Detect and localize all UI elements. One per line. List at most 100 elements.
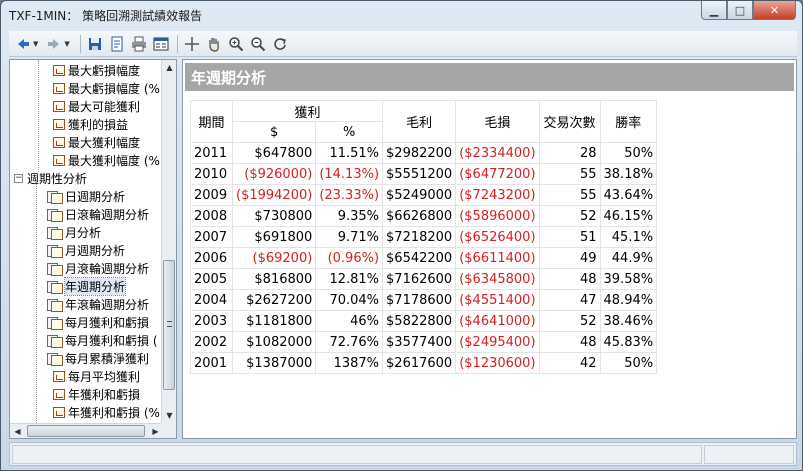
view-icon: [153, 37, 169, 50]
tree-item[interactable]: 最大獲利幅度: [53, 133, 140, 151]
profit-percent-cell: (23.33%): [315, 184, 384, 206]
profit-percent-cell: 9.35%: [315, 205, 384, 227]
gross-profit-cell: $7178600: [382, 289, 457, 311]
trades-cell: 51: [538, 226, 601, 248]
back-button[interactable]: [13, 34, 33, 54]
tree-vertical-scroll-thumb[interactable]: [163, 260, 175, 390]
scroll-left-icon[interactable]: ◀: [10, 424, 25, 438]
tree-item[interactable]: 每月平均獲利: [53, 367, 140, 385]
print-button[interactable]: [129, 34, 149, 54]
refresh-button[interactable]: [270, 34, 290, 54]
tree-item[interactable]: 每月獲利和虧損: [47, 313, 149, 331]
tree-horizontal-scrollbar[interactable]: ◀ ▶: [10, 423, 163, 438]
tree-item[interactable]: 年獲利和虧損: [53, 385, 140, 403]
table-row: 2007 $691800 9.71% $7218200 ($6526400) 51 45.1…: [190, 226, 658, 248]
tree-item[interactable]: 年滾輪週期分析: [47, 295, 149, 313]
profit-percent-cell: 1387%: [315, 352, 384, 374]
tree-item[interactable]: 月分析: [47, 223, 101, 241]
trades-cell: 55: [538, 163, 601, 185]
zoom-out-icon: [251, 36, 265, 51]
win-rate-cell: 38.46%: [599, 310, 658, 332]
profit-dollar-cell: $647800: [231, 142, 317, 164]
table-row: 2002 $1082000 72.76% $3577400 ($2495400) 48 45…: [190, 331, 658, 353]
zoom-out-button[interactable]: [248, 34, 268, 54]
page-setup-button[interactable]: [107, 34, 127, 54]
forward-button[interactable]: [44, 34, 64, 54]
back-dropdown-icon[interactable]: ▼: [33, 40, 38, 48]
tree-item-label: 年週期分析: [63, 276, 127, 296]
profit-percent-cell: 72.76%: [315, 331, 384, 353]
gross-profit-cell: $6626800: [382, 205, 457, 227]
table-row: 2009 ($1994200) (23.33%) $5249000 ($7243200)…: [190, 184, 658, 206]
tree-item[interactable]: 日週期分析: [47, 187, 125, 205]
close-button[interactable]: ✕: [753, 1, 796, 20]
save-button[interactable]: [85, 34, 105, 54]
chart-report-icon: [53, 406, 65, 418]
tree-vertical-scrollbar[interactable]: ▲ ▼: [161, 60, 176, 423]
gross-loss-cell: ($5896000): [455, 205, 540, 227]
crosshair-button[interactable]: [182, 34, 202, 54]
report-page-icon: [47, 334, 63, 348]
view-button[interactable]: [151, 34, 171, 54]
profit-dollar-cell: $691800: [231, 226, 317, 248]
profit-dollar-cell: $816800: [231, 268, 317, 290]
tree-item-label: 最大獲利幅度: [68, 135, 141, 150]
scroll-up-icon[interactable]: ▲: [162, 60, 176, 75]
period-cell: 2006: [190, 247, 233, 269]
period-cell: 2005: [190, 268, 233, 290]
status-panel-main: [12, 445, 702, 464]
tree-item[interactable]: 最大獲利幅度 (%: [53, 151, 160, 169]
gross-loss-cell: ($6526400): [455, 226, 540, 248]
tree-item[interactable]: 每月累積淨獲利: [47, 349, 149, 367]
trades-cell: 55: [538, 184, 601, 206]
tree-horizontal-scroll-thumb[interactable]: [27, 425, 145, 437]
profit-dollar-cell: $1082000: [231, 331, 317, 353]
tree-item-label: 最大虧損幅度: [68, 63, 141, 78]
tree-item[interactable]: 最大虧損幅度 (%: [53, 79, 160, 97]
tree-item[interactable]: 月滾輪週期分析: [47, 259, 149, 277]
collapse-icon[interactable]: −: [14, 173, 23, 183]
win-rate-cell: 38.18%: [599, 163, 658, 185]
period-cell: 2002: [190, 331, 233, 353]
back-icon: [18, 38, 29, 49]
scroll-down-icon[interactable]: ▼: [162, 408, 176, 423]
gross-profit-cell: $3577400: [382, 331, 457, 353]
report-page-icon: [47, 298, 63, 312]
profit-percent-cell: 46%: [315, 310, 384, 332]
tree-item[interactable]: 日滾輪週期分析: [47, 205, 149, 223]
forward-dropdown-icon[interactable]: ▼: [64, 40, 69, 48]
hand-tool-button[interactable]: [204, 34, 224, 54]
gross-profit-cell: $2617600: [382, 352, 457, 374]
trades-cell: 42: [538, 352, 601, 374]
tree-item[interactable]: 最大可能獲利: [53, 97, 140, 115]
tree-item[interactable]: 獲利的損益: [53, 115, 128, 133]
gross-loss-cell: ($6611400): [455, 247, 540, 269]
gross-loss-cell: ($1230600): [455, 352, 540, 374]
gross-loss-cell: ($6477200): [455, 163, 540, 185]
tree-item[interactable]: 年獲利和虧損 (%: [53, 403, 160, 421]
report-page-icon: [47, 244, 63, 258]
minimize-button[interactable]: ▁: [701, 1, 727, 20]
gross-loss-cell: ($6345800): [455, 268, 540, 290]
tree-item[interactable]: 每月獲利和虧損 (: [47, 331, 158, 349]
period-cell: 2010: [190, 163, 233, 185]
zoom-in-icon: [229, 36, 243, 51]
period-cell: 2011: [190, 142, 233, 164]
gross-loss-cell: ($4641000): [455, 310, 540, 332]
tree-item-label: 獲利的損益: [68, 117, 129, 132]
report-tree[interactable]: 最大虧損幅度 最大虧損幅度 (% 最大可能獲利 獲利的損益最大獲利幅度 最大獲利幅度 (…: [9, 59, 177, 439]
profit-dollar-cell: $1181800: [231, 310, 317, 332]
tree-item[interactable]: 年週期分析: [47, 276, 127, 296]
title-bar[interactable]: TXF-1MIN： 策略回溯測試績效報告 ▁ □ ✕: [1, 1, 802, 29]
header-profit: 獲利: [231, 100, 384, 122]
period-cell: 2004: [190, 289, 233, 311]
gross-loss-cell: ($2495400): [455, 331, 540, 353]
maximize-button[interactable]: □: [727, 1, 753, 20]
zoom-in-button[interactable]: [226, 34, 246, 54]
tree-item[interactable]: − 週期性分析: [14, 169, 87, 187]
header-gross-loss: 毛損: [455, 100, 540, 143]
tree-item[interactable]: 月週期分析: [47, 241, 125, 259]
tree-item[interactable]: 最大虧損幅度: [53, 61, 140, 79]
forward-icon: [48, 38, 60, 49]
gross-profit-cell: $5249000: [382, 184, 457, 206]
